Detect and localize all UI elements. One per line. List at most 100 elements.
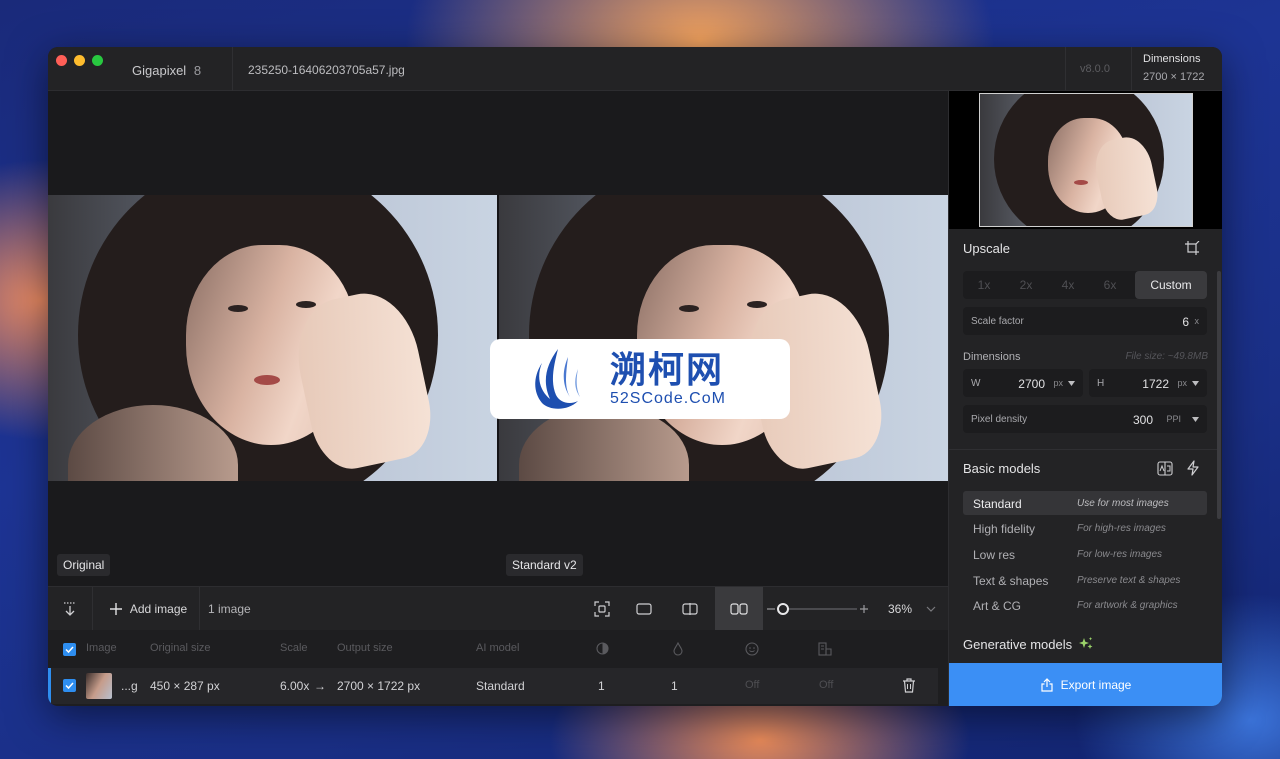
scale-factor-value[interactable]: 6	[1182, 315, 1189, 329]
row-denoise-value[interactable]: 1	[598, 679, 605, 693]
row-model: Standard	[476, 679, 525, 693]
row-checkbox[interactable]	[63, 679, 76, 692]
upscaled-image	[499, 195, 948, 481]
width-unit: px	[1053, 378, 1063, 388]
column-original-size: Original size	[150, 642, 211, 654]
width-label: W	[971, 378, 981, 389]
height-field[interactable]: H 1722 px	[1089, 369, 1207, 397]
auto-model-button[interactable]	[1186, 460, 1200, 481]
compare-models-button[interactable]	[1157, 461, 1173, 481]
file-size-estimate: File size: ~49.8MB	[1125, 351, 1208, 362]
pixel-density-field[interactable]: Pixel density 300 PPI	[963, 405, 1207, 433]
scale-option-1x[interactable]: 1x	[963, 271, 1005, 299]
model-description: For low-res images	[1077, 549, 1163, 560]
title-bar: Gigapixel 8 235250-16406203705a57.jpg v8…	[48, 47, 1222, 91]
image-thumbnail	[86, 673, 112, 699]
zoom-in-button[interactable]	[857, 587, 871, 631]
model-item-text-shapes[interactable]: Text & shapes Preserve text & shapes	[963, 568, 1207, 592]
file-name: 235250-16406203705a57.jpg	[248, 63, 405, 77]
zoom-slider[interactable]	[776, 603, 857, 615]
model-item-art-cg[interactable]: Art & CG For artwork & graphics	[963, 593, 1207, 617]
model-description: For high-res images	[1077, 523, 1166, 534]
original-image	[48, 195, 497, 481]
zoom-dropdown-button[interactable]	[922, 587, 940, 631]
column-ai-model: AI model	[476, 642, 520, 654]
row-sharpen-value[interactable]: 1	[671, 679, 678, 693]
import-button[interactable]	[48, 587, 92, 631]
original-label: Original	[57, 554, 111, 576]
image-count: 1 image	[208, 587, 268, 631]
caret-down-icon[interactable]	[1068, 381, 1075, 386]
model-name: Low res	[973, 548, 1016, 562]
chevron-down-icon	[926, 606, 936, 612]
scale-option-custom[interactable]: Custom	[1135, 271, 1207, 299]
scale-factor-unit: x	[1194, 316, 1200, 326]
zoom-slider-thumb[interactable]	[776, 603, 789, 615]
row-output-size: 2700 × 1722 px	[337, 679, 421, 693]
plus-icon	[860, 605, 868, 613]
check-icon	[65, 682, 74, 690]
face-recovery-column-icon	[745, 642, 759, 661]
scale-option-4x[interactable]: 4x	[1047, 271, 1089, 299]
dimensions-label: Dimensions	[1143, 53, 1201, 65]
add-image-button[interactable]: Add image	[98, 587, 198, 631]
zoom-out-button[interactable]	[764, 587, 778, 631]
scale-factor-field[interactable]: Scale factor 6 x	[963, 307, 1207, 335]
watermark-subtitle: 52SCode.CoM	[610, 390, 726, 407]
fit-view-button[interactable]	[584, 587, 620, 631]
model-name: High fidelity	[973, 522, 1036, 536]
side-by-side-view-button[interactable]	[715, 587, 763, 631]
model-name: Text & shapes	[973, 574, 1049, 588]
trash-icon	[903, 678, 915, 693]
navigator-preview[interactable]	[949, 91, 1222, 229]
model-item-high-fidelity[interactable]: High fidelity For high-res images	[963, 516, 1207, 540]
caret-down-icon[interactable]	[1192, 381, 1199, 386]
height-value[interactable]: 1722	[1142, 377, 1169, 391]
height-label: H	[1097, 378, 1105, 389]
sharpen-column-icon	[672, 641, 684, 661]
close-window-button[interactable]	[56, 55, 67, 66]
generative-models-label: Generative models	[963, 637, 1073, 652]
sidebar-scrollbar[interactable]	[1217, 271, 1221, 519]
model-label: Standard v2	[506, 554, 583, 576]
export-image-button[interactable]: Export image	[949, 663, 1222, 706]
export-image-label: Export image	[1060, 677, 1132, 692]
minimize-window-button[interactable]	[74, 55, 85, 66]
share-export-icon	[1041, 677, 1053, 692]
model-item-low-res[interactable]: Low res For low-res images	[963, 542, 1207, 566]
app-window: Gigapixel 8 235250-16406203705a57.jpg v8…	[48, 47, 1222, 706]
maximize-window-button[interactable]	[92, 55, 103, 66]
check-icon	[65, 646, 74, 654]
app-name: Gigapixel	[132, 63, 187, 78]
sparkle-icon	[1078, 637, 1093, 649]
pixel-density-label: Pixel density	[971, 414, 1028, 425]
pixel-density-value[interactable]: 300	[1133, 413, 1153, 427]
image-count-text: 1 image	[208, 602, 251, 616]
add-image-label: Add image	[129, 602, 188, 616]
crop-button[interactable]	[1185, 240, 1200, 261]
row-text-enhance-value[interactable]: Off	[819, 679, 833, 691]
single-view-button[interactable]	[626, 587, 662, 631]
watermark-logo-icon	[528, 347, 590, 411]
scale-option-6x[interactable]: 6x	[1089, 271, 1131, 299]
row-scale: 6.00x	[280, 679, 310, 693]
basic-models-title: Basic models	[963, 461, 1041, 476]
section-divider	[949, 449, 1217, 450]
watermark: 溯柯网 52SCode.CoM	[490, 339, 790, 419]
select-all-checkbox[interactable]	[63, 643, 76, 656]
table-row[interactable]: ...g 450 × 287 px 6.00x → 2700 × 1722 px…	[48, 668, 938, 704]
row-original-size: 450 × 287 px	[150, 679, 220, 693]
row-face-recovery-value[interactable]: Off	[745, 679, 759, 691]
title-separator	[1131, 47, 1132, 91]
width-field[interactable]: W 2700 px	[963, 369, 1083, 397]
caret-down-icon[interactable]	[1192, 417, 1199, 422]
split-view-button[interactable]	[672, 587, 708, 631]
generative-models-title[interactable]: Generative models	[963, 637, 1094, 652]
model-name: Art & CG	[973, 599, 1022, 613]
delete-row-button[interactable]	[902, 678, 916, 698]
width-value[interactable]: 2700	[1018, 377, 1045, 391]
model-item-standard[interactable]: Standard Use for most images	[963, 491, 1207, 515]
scale-option-2x[interactable]: 2x	[1005, 271, 1047, 299]
settings-sidebar: Upscale 1x 2x 4x 6x Custom Scale factor …	[948, 91, 1222, 706]
row-image-name: ...g	[121, 679, 138, 693]
